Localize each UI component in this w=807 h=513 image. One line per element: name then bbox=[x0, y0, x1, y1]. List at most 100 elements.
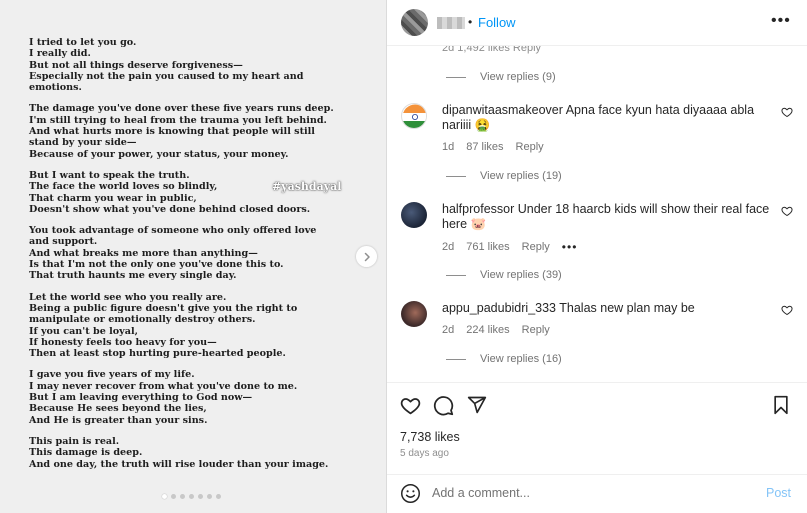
profile-photo-icon[interactable] bbox=[401, 202, 427, 228]
comment-text: Thalas new plan may be bbox=[559, 301, 695, 315]
poem-line: Then at least stop hurting pure-hearted … bbox=[29, 348, 286, 360]
comment-likes[interactable]: 87 likes bbox=[466, 141, 503, 153]
save-bookmark-icon[interactable] bbox=[772, 395, 790, 415]
reply-button[interactable]: Reply bbox=[522, 324, 550, 336]
comment-time: 2d bbox=[442, 324, 455, 336]
view-replies-button[interactable]: View replies (39) bbox=[446, 269, 562, 281]
poem-line: I'm still trying to heal from the trauma… bbox=[29, 114, 327, 126]
post-comment-button[interactable]: Post bbox=[766, 486, 791, 500]
comment-meta: 2d 224 likes Reply bbox=[442, 324, 550, 336]
poem-line: And what breaks me more than anything— bbox=[29, 247, 258, 259]
carousel-dot bbox=[180, 494, 185, 499]
poem-line: Because of your power, your status, your… bbox=[29, 148, 289, 160]
india-flag-icon[interactable] bbox=[401, 103, 427, 129]
poem-line: But I am leaving everything to God now— bbox=[29, 392, 253, 404]
poem-line: I may never recover from what you've don… bbox=[29, 380, 298, 392]
comment-username[interactable]: halfprofessor bbox=[442, 202, 514, 216]
like-heart-icon[interactable] bbox=[400, 395, 421, 416]
header-separator: • bbox=[468, 15, 473, 29]
carousel-dot bbox=[171, 494, 176, 499]
poem-line: I tried to let you go. bbox=[29, 37, 137, 48]
share-send-icon[interactable] bbox=[467, 395, 487, 415]
comment-list[interactable]: 2d 1,492 likes Reply View replies (9) di… bbox=[387, 46, 807, 382]
reply-button[interactable]: Reply bbox=[516, 141, 544, 153]
comment-more-icon[interactable]: ••• bbox=[562, 240, 578, 254]
view-replies-label: View replies (9) bbox=[480, 71, 556, 83]
poem-line: and support. bbox=[29, 236, 98, 248]
reply-button[interactable]: Reply bbox=[522, 241, 550, 253]
poem-line: And what hurts more is knowing that peop… bbox=[29, 126, 315, 138]
replies-dash bbox=[446, 358, 466, 360]
comment-time: 1d bbox=[442, 141, 455, 153]
poem-stanza: I gave you five years of my life. I may n… bbox=[29, 369, 329, 425]
poem-line: Especially not the pain you caused to my… bbox=[29, 70, 304, 82]
like-comment-heart-icon[interactable] bbox=[781, 304, 793, 316]
carousel-indicator bbox=[162, 494, 221, 499]
comment-username[interactable]: dipanwitaasmakeover bbox=[442, 103, 563, 117]
comment-text-block: appu_padubidri_333 Thalas new plan may b… bbox=[442, 301, 772, 316]
more-options-icon[interactable]: ••• bbox=[771, 12, 791, 30]
poem-stanza: Let the world see who you really are. Bei… bbox=[29, 292, 329, 360]
comment-composer: Post bbox=[387, 474, 807, 513]
partial-comment-meta: 2d 1,492 likes Reply bbox=[442, 46, 542, 54]
poem-line: This damage is deep. bbox=[29, 447, 143, 459]
comment-username[interactable]: appu_padubidri_333 bbox=[442, 301, 556, 315]
comment-meta: 2d 761 likes Reply ••• bbox=[442, 240, 577, 254]
poem-line: I really did. bbox=[29, 48, 91, 60]
carousel-dot bbox=[216, 494, 221, 499]
poem-line: That charm you wear in public, bbox=[29, 192, 197, 204]
carousel-dot bbox=[162, 494, 167, 499]
replies-dash bbox=[446, 274, 466, 276]
poem-stanza: You took advantage of someone who only o… bbox=[29, 225, 329, 281]
post-actions: 7,738 likes 5 days ago bbox=[387, 382, 807, 474]
poem-line: This pain is real. bbox=[29, 435, 120, 447]
view-replies-button[interactable]: View replies (9) bbox=[446, 71, 556, 83]
poem-line: manipulate or emotionally destroy others… bbox=[29, 314, 256, 326]
post-image: I tried to let you go. I really did. But n… bbox=[0, 0, 386, 513]
profile-photo-icon[interactable] bbox=[401, 301, 427, 327]
carousel-dot bbox=[207, 494, 212, 499]
poem-line: stand by your side— bbox=[29, 137, 137, 149]
like-comment-heart-icon[interactable] bbox=[781, 106, 793, 118]
poem-text: I tried to let you go. I really did. But n… bbox=[29, 37, 334, 480]
comments-panel: • Follow ••• 2d 1,492 likes Reply View r… bbox=[386, 0, 807, 513]
poem-line: Doesn't show what you've done behind clo… bbox=[29, 203, 311, 215]
poem-line: And He is greater than your sins. bbox=[29, 414, 208, 426]
comment-likes[interactable]: 224 likes bbox=[466, 324, 509, 336]
comment-likes[interactable]: 761 likes bbox=[466, 241, 509, 253]
view-replies-label: View replies (39) bbox=[480, 269, 562, 281]
post-timestamp: 5 days ago bbox=[400, 448, 449, 459]
poem-line: You took advantage of someone who only o… bbox=[29, 225, 317, 237]
comment-input[interactable] bbox=[432, 483, 752, 503]
poem-line: The damage you've done over these five y… bbox=[29, 103, 334, 115]
view-replies-label: View replies (19) bbox=[480, 170, 562, 182]
like-comment-heart-icon[interactable] bbox=[781, 205, 793, 217]
poem-line: emotions. bbox=[29, 82, 82, 94]
poem-stanza: This pain is real. This damage is deep. An… bbox=[29, 436, 329, 470]
view-replies-button[interactable]: View replies (19) bbox=[446, 170, 562, 182]
chevron-right-icon bbox=[364, 252, 370, 261]
poem-stanza: I tried to let you go. I really did. But n… bbox=[29, 37, 329, 93]
poem-line: And one day, the truth will rise louder … bbox=[29, 458, 329, 470]
poem-line: If honesty feels too heavy for you— bbox=[29, 336, 217, 348]
author-username-redacted[interactable] bbox=[437, 17, 465, 29]
poem-line: Being a public figure doesn't give you t… bbox=[29, 302, 298, 314]
comment-bubble-icon[interactable] bbox=[433, 395, 454, 416]
hashtag-overlay: #yashdayal bbox=[272, 180, 342, 193]
replies-dash bbox=[446, 175, 466, 177]
author-avatar[interactable] bbox=[401, 9, 428, 36]
view-replies-button[interactable]: View replies (16) bbox=[446, 353, 562, 365]
carousel-dot bbox=[198, 494, 203, 499]
comment-text-block: dipanwitaasmakeover Apna face kyun hata … bbox=[442, 103, 772, 133]
follow-button[interactable]: Follow bbox=[478, 15, 516, 30]
replies-dash bbox=[446, 76, 466, 78]
emoji-icon[interactable] bbox=[400, 483, 421, 504]
poem-line: Is that I'm not the only one you've done… bbox=[29, 259, 284, 271]
comment-meta: 1d 87 likes Reply bbox=[442, 141, 544, 153]
poem-line: I gave you five years of my life. bbox=[29, 369, 195, 381]
likes-count[interactable]: 7,738 likes bbox=[400, 430, 460, 444]
poem-stanza: The damage you've done over these five y… bbox=[29, 103, 334, 160]
carousel-next-button[interactable] bbox=[356, 246, 377, 267]
comment-time: 2d bbox=[442, 241, 455, 253]
post-header: • Follow ••• bbox=[387, 0, 807, 46]
